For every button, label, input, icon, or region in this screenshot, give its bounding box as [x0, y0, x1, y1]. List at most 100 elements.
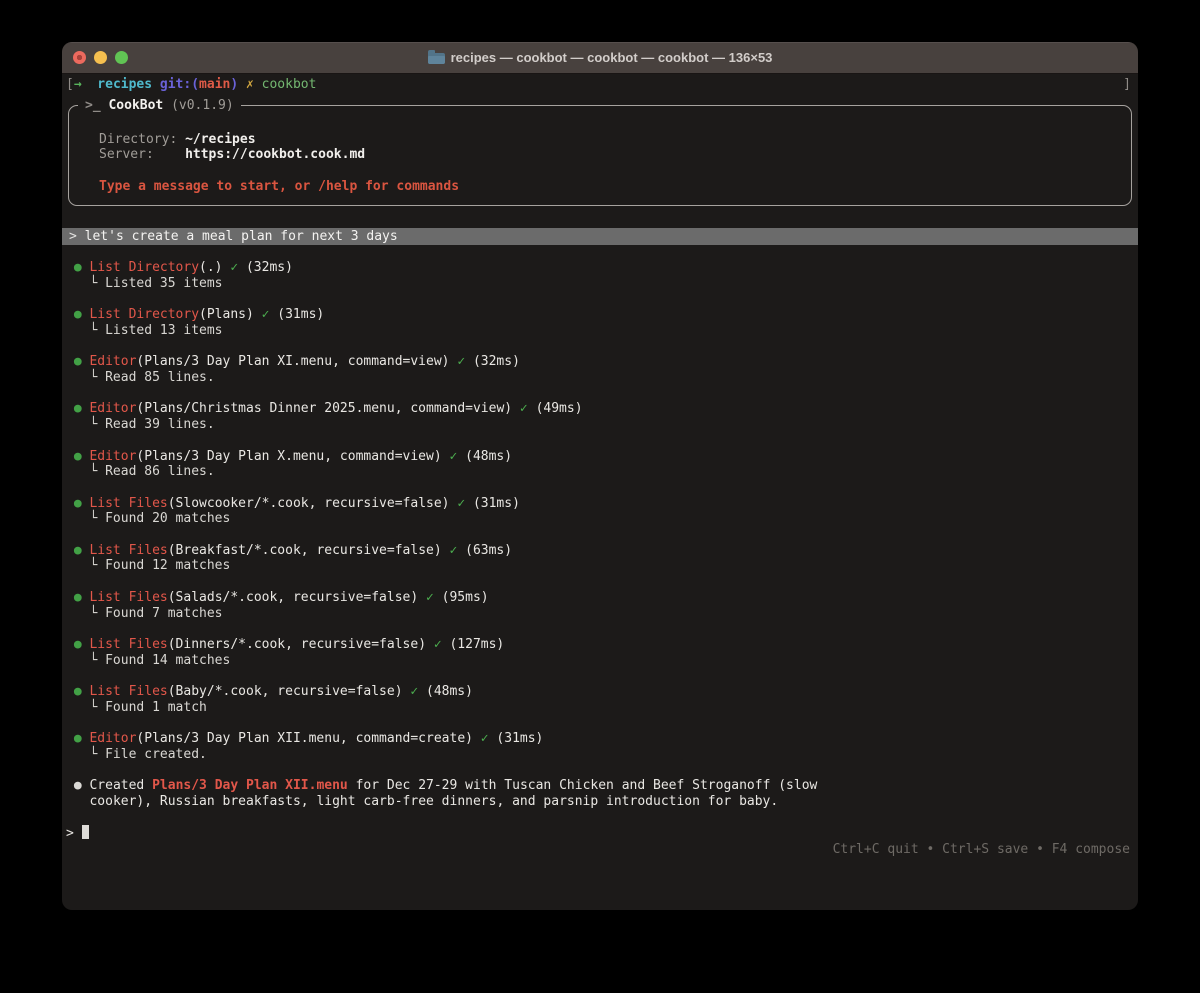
tool-duration: (32ms): [246, 260, 293, 275]
app-name: CookBot: [108, 98, 163, 113]
prompt-arrow-icon: →: [74, 77, 82, 92]
tool-duration: (32ms): [473, 354, 520, 369]
traffic-lights: [62, 51, 128, 64]
server-label: Server:: [99, 147, 185, 163]
tool-args: (Plans/3 Day Plan X.menu, command=view): [136, 449, 441, 464]
keybinding-status-bar: Ctrl+C quit • Ctrl+S save • F4 compose: [66, 842, 1134, 858]
tool-args: (Slowcooker/*.cook, recursive=false): [168, 496, 450, 511]
tool-call-entry: ● Editor(Plans/3 Day Plan XII.menu, comma…: [66, 731, 1134, 762]
banner-directory-row: Directory:~/recipes: [99, 132, 1121, 148]
tool-name: List Files: [89, 637, 167, 652]
tool-duration: (48ms): [426, 684, 473, 699]
shell-prompt-line: [→recipesgit:(main)✗cookbot]: [66, 77, 1134, 93]
tool-duration: (48ms): [465, 449, 512, 464]
tool-args: (Breakfast/*.cook, recursive=false): [168, 543, 442, 558]
tool-call-result: └Found 14 matches: [66, 653, 1134, 669]
check-icon: ✓: [449, 543, 457, 558]
tool-args: (Plans/Christmas Dinner 2025.menu, comma…: [136, 401, 512, 416]
git-prefix: git:(: [160, 77, 199, 92]
summary-prefix: Created: [89, 778, 152, 793]
result-branch-icon: └: [89, 323, 97, 338]
tool-call-result: └ File created.: [66, 747, 1134, 763]
window-title: recipes — cookbot — cookbot — cookbot — …: [62, 42, 1138, 73]
tool-call-entry: ● Editor(Plans/3 Day Plan X.menu, command…: [66, 449, 1134, 480]
status-bullet-icon: ●: [74, 307, 82, 322]
tool-result-text: Found 12 matches: [105, 558, 230, 573]
banner-spacer: [99, 163, 1121, 179]
tool-call-entry: ●List Files(Slowcooker/*.cook, recursive…: [66, 496, 1134, 527]
status-bullet-icon: ●: [74, 449, 82, 464]
window-titlebar[interactable]: recipes — cookbot — cookbot — cookbot — …: [62, 42, 1138, 74]
window-title-text: recipes — cookbot — cookbot — cookbot — …: [451, 50, 773, 65]
tool-call-entry: ●List Directory(.)✓(32ms) └Listed 35 ite…: [66, 260, 1134, 291]
tool-call-header: ● List Files(Dinners/*.cook, recursive=fa…: [66, 637, 1134, 653]
tool-name: List Files: [89, 543, 167, 558]
tool-call-result: └Found 1 match: [66, 700, 1134, 716]
tool-args: (Plans): [199, 307, 254, 322]
result-branch-icon: └: [89, 276, 97, 291]
tool-name: Editor: [89, 449, 136, 464]
status-bullet-icon: ●: [74, 354, 82, 369]
prompt-open-bracket: [: [66, 77, 74, 92]
minimize-button[interactable]: [94, 51, 107, 64]
input-prompt-line[interactable]: >: [66, 825, 1134, 842]
tool-args: (.): [199, 260, 222, 275]
result-branch-icon: └: [89, 606, 97, 621]
tool-call-header: ●List Directory(.)✓(32ms): [66, 260, 1134, 276]
tool-call-header: ●List Files(Breakfast/*.cook, recursive=…: [66, 543, 1134, 559]
status-bullet-icon: ●: [74, 496, 82, 511]
tool-call-header: ● Editor(Plans/3 Day Plan XII.menu, comma…: [66, 731, 1134, 747]
check-icon: ✓: [457, 496, 465, 511]
terminal-content[interactable]: [→recipesgit:(main)✗cookbot] >_CookBot(v…: [62, 75, 1138, 910]
check-icon: ✓: [520, 401, 528, 416]
tool-call-result: └Found 20 matches: [66, 511, 1134, 527]
zoom-button[interactable]: [115, 51, 128, 64]
tool-call-result: └Read 85 lines.: [66, 370, 1134, 386]
tool-name: List Files: [89, 590, 167, 605]
tool-result-text: Found 14 matches: [105, 653, 230, 668]
directory-label: Directory:: [99, 132, 185, 148]
tool-call-log: ●List Directory(.)✓(32ms) └Listed 35 ite…: [66, 260, 1134, 762]
tool-result-text: File created.: [105, 747, 207, 762]
prompt-directory: recipes: [97, 77, 152, 92]
result-branch-icon: └: [89, 747, 97, 762]
status-bullet-icon: ●: [74, 637, 82, 652]
prompt-close-bracket: ]: [1123, 77, 1131, 93]
terminal-window: recipes — cookbot — cookbot — cookbot — …: [62, 42, 1138, 910]
tool-call-entry: ●Editor(Plans/Christmas Dinner 2025.menu…: [66, 401, 1134, 432]
tool-name: List Directory: [89, 307, 199, 322]
tool-args: (Plans/3 Day Plan XII.menu, command=crea…: [136, 731, 473, 746]
tool-result-text: Read 86 lines.: [105, 464, 215, 479]
result-branch-icon: └: [89, 370, 97, 385]
user-message-bar[interactable]: >let's create a meal plan for next 3 day…: [62, 228, 1138, 246]
tool-name: List Files: [89, 684, 167, 699]
text-cursor: [82, 825, 90, 839]
status-bullet-icon: ●: [74, 731, 82, 746]
tool-name: Editor: [89, 401, 136, 416]
directory-value: ~/recipes: [185, 132, 255, 147]
check-icon: ✓: [262, 307, 270, 322]
user-message-text: let's create a meal plan for next 3 days: [85, 229, 398, 244]
cookbot-banner: >_CookBot(v0.1.9) Directory:~/recipes Se…: [68, 105, 1132, 206]
tool-args: (Dinners/*.cook, recursive=false): [168, 637, 426, 652]
check-icon: ✓: [457, 354, 465, 369]
tool-call-header: ●Editor(Plans/Christmas Dinner 2025.menu…: [66, 401, 1134, 417]
terminal-prompt-icon: >_: [85, 98, 101, 113]
check-icon: ✓: [426, 590, 434, 605]
result-branch-icon: └: [89, 417, 97, 432]
tool-result-text: Found 7 matches: [105, 606, 222, 621]
close-button[interactable]: [73, 51, 86, 64]
result-branch-icon: └: [89, 464, 97, 479]
banner-server-row: Server:https://cookbot.cook.md: [99, 147, 1121, 163]
tool-duration: (31ms): [473, 496, 520, 511]
input-prompt: >: [66, 826, 74, 841]
result-branch-icon: └: [89, 700, 97, 715]
result-branch-icon: └: [89, 558, 97, 573]
tool-name: Editor: [89, 354, 136, 369]
tool-duration: (95ms): [442, 590, 489, 605]
git-suffix: ): [230, 77, 238, 92]
git-dirty-icon: ✗: [246, 77, 254, 92]
folder-icon: [428, 53, 445, 64]
tool-name: Editor: [89, 731, 136, 746]
tool-call-entry: ● List Files(Dinners/*.cook, recursive=fa…: [66, 637, 1134, 668]
